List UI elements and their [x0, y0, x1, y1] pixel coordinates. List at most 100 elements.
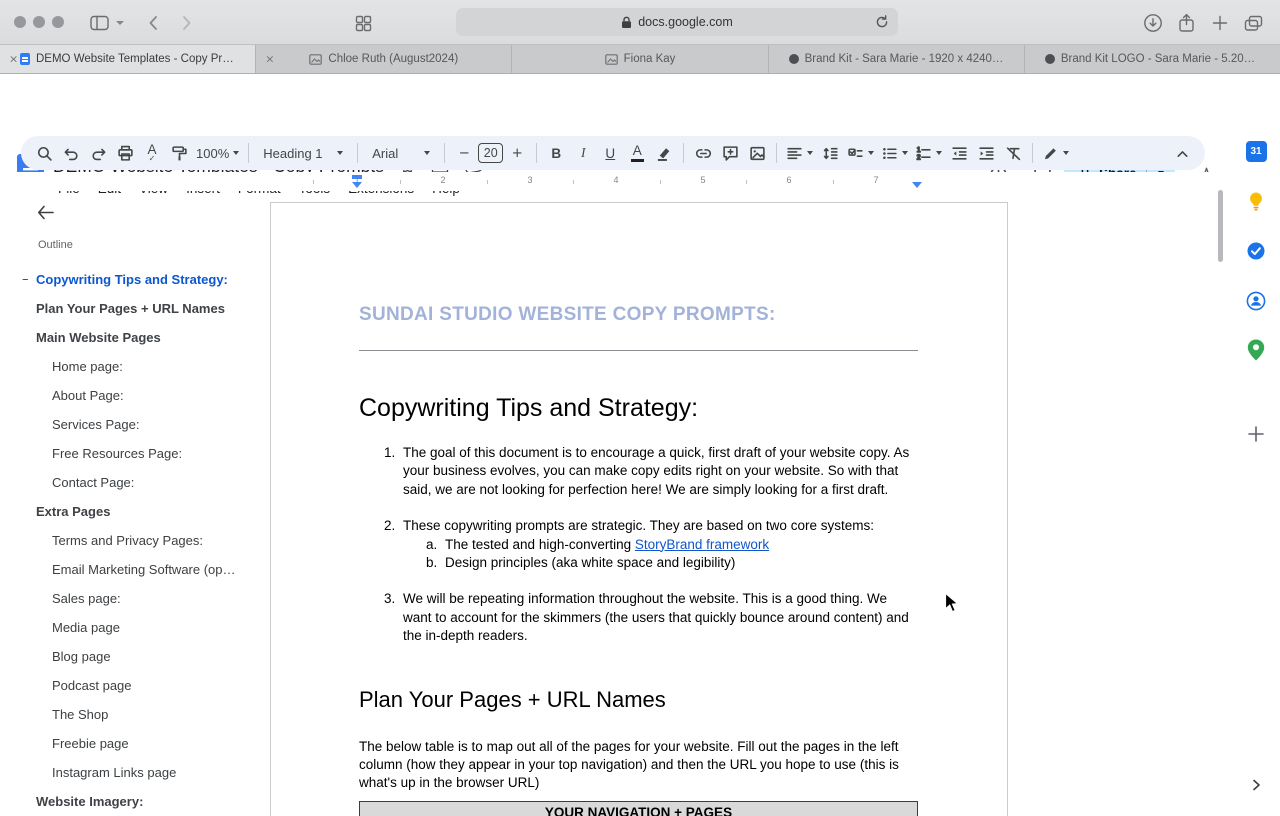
bulleted-list-select[interactable] — [878, 140, 911, 166]
outline-item[interactable]: Services Page: — [0, 410, 266, 439]
text-color-button[interactable]: A — [624, 140, 650, 166]
highlight-color-button[interactable] — [651, 140, 677, 166]
search-menus-button[interactable] — [31, 140, 57, 166]
window-close-button[interactable] — [14, 16, 26, 28]
forward-button[interactable] — [174, 10, 200, 36]
outline-item[interactable]: Media page — [0, 613, 266, 642]
insert-image-button[interactable] — [744, 140, 770, 166]
insert-link-button[interactable] — [690, 140, 716, 166]
tab-title: Brand Kit LOGO - Sara Marie - 5.208 x 1i… — [1060, 53, 1261, 65]
document-page[interactable]: SUNDAI STUDIO WEBSITE COPY PROMPTS: Copy… — [270, 202, 1008, 816]
font-size-input[interactable]: 20 — [478, 143, 504, 163]
left-indent-marker[interactable] — [352, 182, 362, 188]
reload-icon[interactable] — [875, 15, 889, 32]
outline-item[interactable]: Terms and Privacy Pages: — [0, 526, 266, 555]
divider — [683, 143, 685, 163]
first-line-indent-marker[interactable] — [352, 175, 362, 179]
line-spacing-button[interactable] — [817, 140, 843, 166]
checklist-select[interactable] — [844, 140, 877, 166]
share-page-button[interactable] — [1173, 10, 1199, 36]
outline-item[interactable]: Website Imagery: — [0, 787, 266, 816]
horizontal-ruler[interactable]: 1 2 3 4 5 6 7 — [0, 172, 1232, 191]
outline-item[interactable]: Blog page — [0, 642, 266, 671]
redo-button[interactable] — [85, 140, 111, 166]
right-indent-marker[interactable] — [912, 182, 922, 188]
outline-item[interactable]: Podcast page — [0, 671, 266, 700]
spellcheck-button[interactable]: A ✓ — [139, 140, 165, 166]
sidebar-toggle-button[interactable] — [86, 10, 112, 36]
ruler-number: 6 — [786, 175, 792, 185]
bold-button[interactable]: B — [543, 140, 569, 166]
list-text: The tested and high-converting StoryBran… — [445, 536, 769, 554]
add-panel-plus-icon[interactable] — [1245, 423, 1267, 445]
google-tasks-icon[interactable] — [1245, 240, 1267, 262]
outline-item[interactable]: The Shop — [0, 700, 266, 729]
outline-item[interactable]: Home page: — [0, 352, 266, 381]
list-text: These copywriting prompts are strategic.… — [403, 518, 874, 534]
decrease-indent-button[interactable] — [946, 140, 972, 166]
vertical-scrollbar[interactable] — [1218, 190, 1223, 262]
side-panel-rail: 31 — [1232, 134, 1280, 816]
downloads-button[interactable] — [1140, 10, 1166, 36]
styles-select[interactable]: Heading 1 — [255, 140, 351, 166]
outline-item[interactable]: About Page: — [0, 381, 266, 410]
storybrand-link[interactable]: StoryBrand framework — [635, 537, 769, 552]
chevron-down-icon[interactable] — [112, 10, 128, 36]
hide-side-panel-chevron-icon[interactable] — [1245, 774, 1267, 796]
google-docs-favicon — [20, 53, 30, 65]
close-icon[interactable]: × — [265, 53, 274, 66]
outline-item[interactable]: Sales page: — [0, 584, 266, 613]
outline-item[interactable]: Email Marketing Software (op… — [0, 555, 266, 584]
italic-button[interactable]: I — [570, 140, 596, 166]
zoom-select[interactable]: 100% — [193, 140, 242, 166]
doc-paragraph: The below table is to map out all of the… — [359, 738, 899, 791]
google-keep-icon[interactable] — [1245, 190, 1267, 212]
outline-item[interactable]: Copywriting Tips and Strategy: — [0, 265, 266, 294]
outline-item[interactable]: Contact Page: — [0, 468, 266, 497]
tab-overview-button[interactable] — [1240, 10, 1266, 36]
tab-group-grid-icon[interactable] — [350, 10, 376, 36]
site-favicon — [788, 54, 799, 64]
close-outline-arrow-icon[interactable] — [36, 204, 55, 224]
browser-tab[interactable]: × Chloe Ruth (August2024) — [256, 45, 513, 73]
paint-format-button[interactable] — [166, 140, 192, 166]
google-contacts-icon[interactable] — [1245, 290, 1267, 312]
outline-item[interactable]: Plan Your Pages + URL Names — [0, 294, 266, 323]
browser-tab[interactable]: Fiona Kay — [512, 45, 769, 73]
text-color-letter: A — [632, 143, 642, 159]
outline-item[interactable]: Free Resources Page: — [0, 439, 266, 468]
window-minimize-button[interactable] — [33, 16, 45, 28]
back-button[interactable] — [140, 10, 166, 36]
hide-menus-button[interactable] — [1169, 140, 1195, 166]
close-icon[interactable]: × — [9, 53, 18, 66]
address-bar[interactable]: docs.google.com — [456, 8, 898, 36]
window-zoom-button[interactable] — [52, 16, 64, 28]
increase-font-size-button[interactable]: + — [504, 140, 530, 166]
outline-item[interactable]: Freebie page — [0, 729, 266, 758]
new-tab-button[interactable] — [1207, 10, 1233, 36]
decrease-font-size-button[interactable]: − — [451, 140, 477, 166]
google-maps-icon[interactable] — [1245, 338, 1267, 362]
underline-button[interactable]: U — [597, 140, 623, 166]
check-mark: ✓ — [148, 153, 156, 163]
add-comment-button[interactable] — [717, 140, 743, 166]
outline-item[interactable]: Main Website Pages — [0, 323, 266, 352]
outline-item[interactable]: Extra Pages — [0, 497, 266, 526]
browser-tab[interactable]: Brand Kit LOGO - Sara Marie - 5.208 x 1i… — [1025, 45, 1280, 73]
list-item-1: 1. The goal of this document is to encou… — [359, 444, 918, 499]
browser-tab-active[interactable]: × DEMO Website Templates - Copy Promp... — [0, 45, 257, 73]
outline-label: Outline — [38, 239, 73, 251]
tab-title: Fiona Kay — [623, 53, 676, 65]
numbered-list-select[interactable]: 12 — [912, 140, 945, 166]
font-select[interactable]: Arial — [364, 140, 438, 166]
print-button[interactable] — [112, 140, 138, 166]
outline-item[interactable]: Instagram Links page — [0, 758, 266, 787]
undo-button[interactable] — [58, 140, 84, 166]
tab-title: DEMO Website Templates - Copy Promp... — [36, 53, 236, 65]
google-calendar-icon[interactable]: 31 — [1245, 140, 1267, 162]
editing-mode-select[interactable] — [1039, 140, 1072, 166]
align-select[interactable] — [783, 140, 816, 166]
clear-formatting-button[interactable] — [1000, 140, 1026, 166]
browser-tab[interactable]: Brand Kit - Sara Marie - 1920 x 4240px — [769, 45, 1025, 73]
increase-indent-button[interactable] — [973, 140, 999, 166]
